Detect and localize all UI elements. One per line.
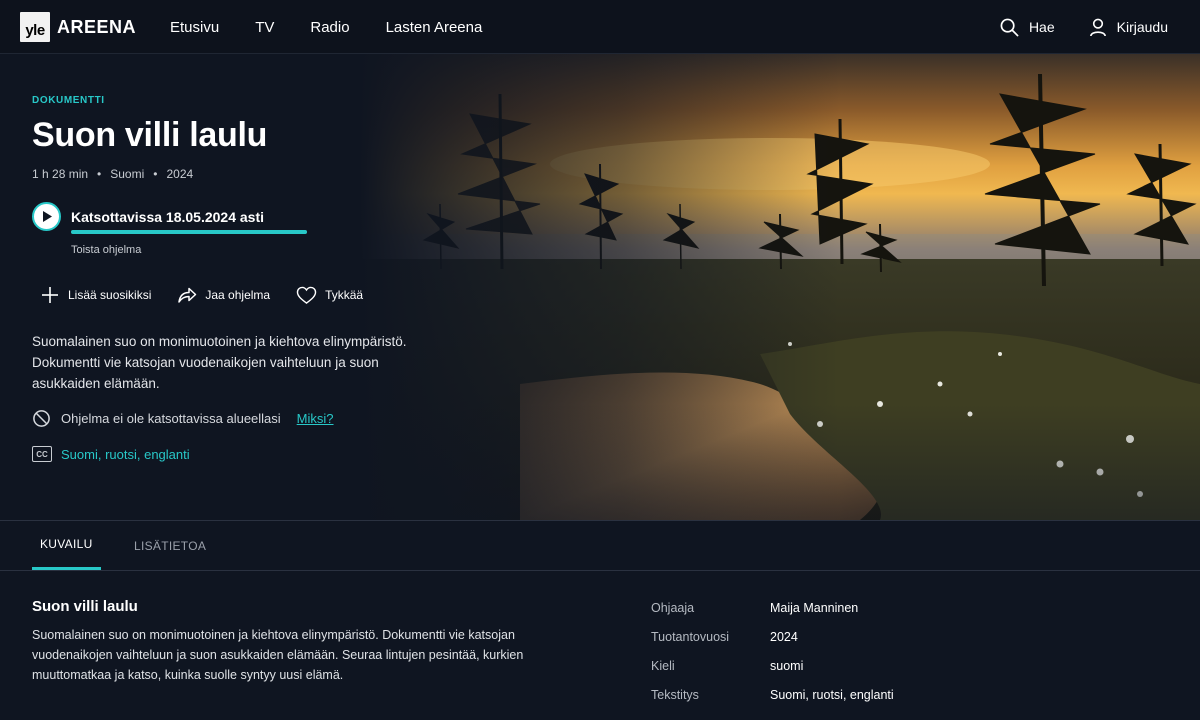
- program-duration: 1 h 28 min: [32, 167, 89, 181]
- program-genre: DOKUMENTTI: [32, 95, 105, 106]
- user-icon: [1089, 18, 1106, 36]
- main-nav: Etusivu TV Radio Lasten Areena: [170, 0, 518, 54]
- detail-tabs: KUVAILU LISÄTIETOA: [0, 520, 1200, 571]
- play-row: Katsottavissa 18.05.2024 asti: [32, 202, 264, 231]
- nav-actions: Hae Kirjaudu: [966, 0, 1168, 54]
- play-progress-bar: [71, 230, 307, 234]
- add-favorite-button[interactable]: Lisää suosikiksi: [40, 285, 151, 305]
- tab-kuvailu[interactable]: KUVAILU: [32, 521, 101, 570]
- info-value-subtitles: Suomi, ruotsi, englanti: [770, 687, 894, 702]
- like-button[interactable]: Tykkää: [296, 286, 363, 305]
- program-country: Suomi: [110, 167, 145, 181]
- availability-text: Katsottavissa 18.05.2024 asti: [71, 208, 265, 225]
- info-value-language: suomi: [770, 658, 804, 673]
- info-row: Ohjaaja Maija Manninen: [651, 593, 894, 622]
- areena-wordmark: AREENA: [57, 16, 137, 37]
- yle-areena-logo[interactable]: yle AREENA: [20, 12, 136, 42]
- nav-item-etusivu[interactable]: Etusivu: [170, 19, 219, 36]
- search-label: Hae: [1028, 19, 1055, 35]
- tab-lisatietoa[interactable]: LISÄTIETOA: [134, 521, 206, 571]
- like-label: Tykkää: [325, 288, 364, 302]
- blocked-icon: [33, 410, 50, 427]
- search-icon: [1000, 18, 1019, 36]
- details-title: Suon villi laulu: [32, 598, 138, 615]
- meta-separator: •: [153, 167, 158, 181]
- meta-separator: •: [97, 167, 102, 181]
- why-link[interactable]: Miksi?: [297, 411, 334, 426]
- subtitle-languages: Suomi, ruotsi, englanti: [61, 446, 190, 462]
- info-value-director: Maija Manninen: [770, 600, 859, 615]
- nav-item-radio[interactable]: Radio: [310, 19, 349, 36]
- play-icon: [42, 211, 52, 222]
- info-value-year: 2024: [770, 629, 798, 644]
- program-info-table: Ohjaaja Maija Manninen Tuotantovuosi 202…: [651, 593, 894, 709]
- play-label: Toista ohjelma: [71, 244, 142, 256]
- share-button[interactable]: Jaa ohjelma: [177, 285, 270, 305]
- nav-item-lasten-areena[interactable]: Lasten Areena: [386, 19, 483, 36]
- info-row: Kieli suomi: [651, 651, 894, 680]
- info-key-year: Tuotantovuosi: [651, 629, 730, 644]
- program-actions: Lisää suosikiksi Jaa ohjelma Tykkää: [40, 285, 389, 305]
- login-label: Kirjaudu: [1116, 19, 1168, 35]
- heart-icon: [296, 286, 317, 304]
- program-short-description: Suomalainen suo on monimuotoinen ja kieh…: [32, 334, 407, 391]
- closed-captions-icon: CC: [32, 446, 52, 462]
- play-progress-fill: [71, 230, 307, 234]
- program-title: Suon villi laulu: [32, 116, 268, 154]
- login-button[interactable]: Kirjaudu: [1089, 18, 1168, 37]
- yle-logo-box: yle: [20, 12, 50, 42]
- add-favorite-label: Lisää suosikiksi: [68, 288, 152, 302]
- info-row: Tuotantovuosi 2024: [651, 622, 894, 651]
- plus-icon: [42, 287, 58, 303]
- description-panel: Suon villi laulu Suomalainen suo on moni…: [0, 571, 1200, 720]
- share-label: Jaa ohjelma: [205, 288, 271, 302]
- info-key-subtitles: Tekstitys: [651, 687, 699, 702]
- search-button[interactable]: Hae: [1000, 18, 1055, 37]
- program-year: 2024: [166, 167, 194, 181]
- region-notice-text: Ohjelma ei ole katsottavissa alueellasi: [61, 411, 281, 426]
- program-meta: 1 h 28 min • Suomi • 2024: [32, 167, 193, 181]
- info-key-director: Ohjaaja: [651, 600, 695, 615]
- info-key-language: Kieli: [651, 658, 675, 673]
- region-notice: Ohjelma ei ole katsottavissa alueellasi …: [32, 409, 334, 428]
- play-button[interactable]: [32, 202, 61, 231]
- top-navigation: yle AREENA Etusivu TV Radio Lasten Areen…: [0, 0, 1200, 54]
- subtitles-info: CC Suomi, ruotsi, englanti: [32, 446, 190, 462]
- info-row: Tekstitys Suomi, ruotsi, englanti: [651, 680, 894, 709]
- program-hero: DOKUMENTTI Suon villi laulu 1 h 28 min •…: [0, 54, 1200, 520]
- share-icon: [178, 287, 197, 303]
- details-description: Suomalainen suo on monimuotoinen ja kieh…: [32, 628, 524, 682]
- nav-item-tv[interactable]: TV: [255, 19, 274, 36]
